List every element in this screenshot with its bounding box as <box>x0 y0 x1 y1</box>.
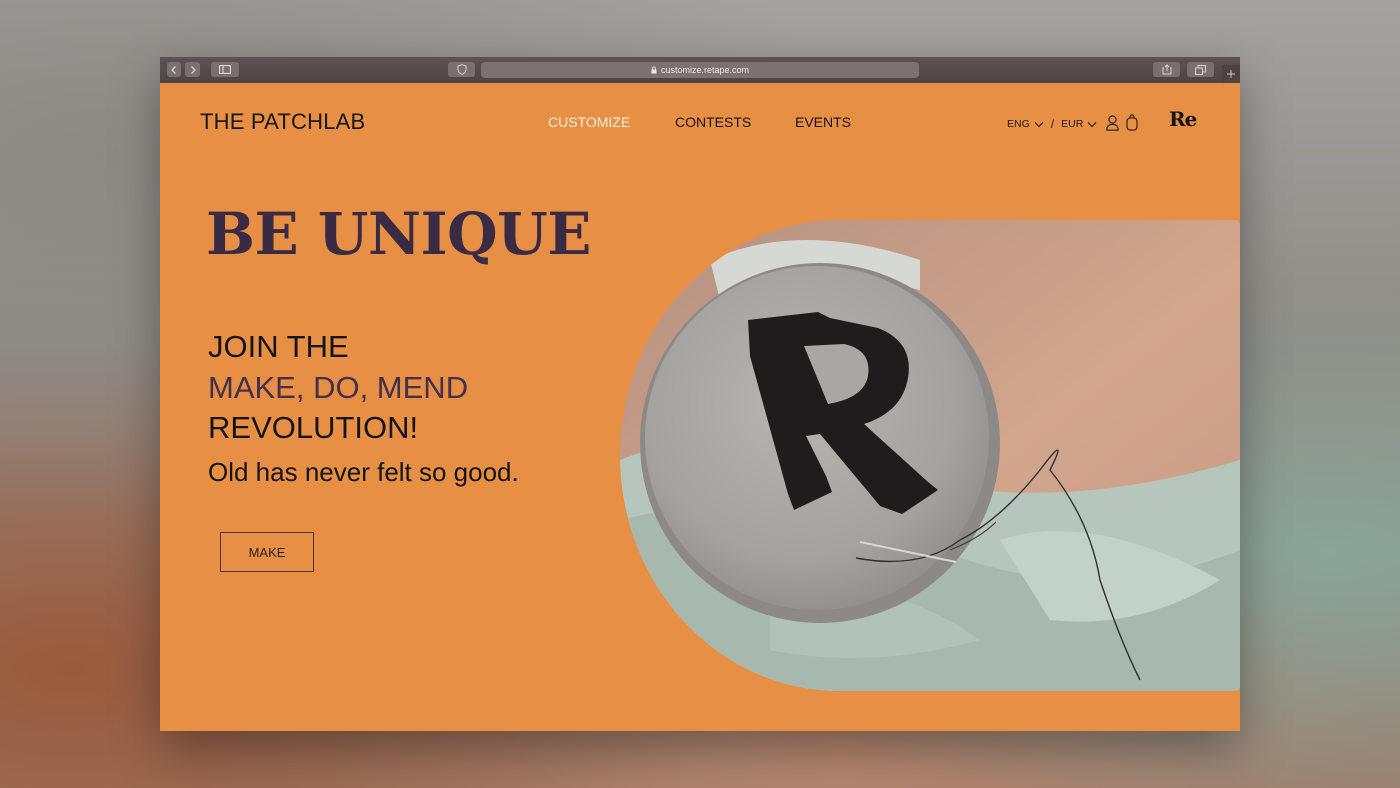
share-button[interactable] <box>1153 62 1180 77</box>
forward-icon <box>190 65 196 74</box>
hero-tagline: Old has never felt so good. <box>208 457 519 487</box>
user-icon <box>1106 114 1120 131</box>
language-selector[interactable]: ENG <box>1007 118 1044 130</box>
nav-events[interactable]: EVENTS <box>795 114 851 130</box>
cart-button[interactable] <box>1126 114 1138 134</box>
tabs-icon <box>1195 64 1206 75</box>
language-label: ENG <box>1007 118 1030 130</box>
shield-icon <box>457 64 466 75</box>
nav-contests[interactable]: CONTESTS <box>675 114 751 130</box>
address-bar[interactable]: customize.retape.com <box>481 62 919 78</box>
url-text: customize.retape.com <box>660 65 750 75</box>
new-tab-button[interactable] <box>1222 65 1240 83</box>
chevron-down-icon <box>1087 121 1097 127</box>
back-button[interactable] <box>167 62 181 77</box>
make-button[interactable]: MAKE <box>220 532 314 572</box>
header-utilities: ENG / EUR <box>1007 114 1138 134</box>
landing-page: THE PATCHLAB CUSTOMIZE CONTESTS EVENTS E… <box>160 83 1240 731</box>
privacy-button[interactable] <box>448 62 475 77</box>
browser-toolbar: customize.retape.com <box>160 57 1240 84</box>
sidebar-button[interactable] <box>211 62 239 77</box>
hero-line-2: MAKE, DO, MEND <box>208 370 469 405</box>
back-icon <box>171 65 176 74</box>
tabs-button[interactable] <box>1187 62 1214 77</box>
hero-image <box>620 220 1240 691</box>
new-tab-icon <box>1227 70 1235 78</box>
currency-label: EUR <box>1061 118 1084 130</box>
share-icon <box>1162 64 1171 75</box>
brand-logo[interactable]: THE PATCHLAB <box>200 109 365 135</box>
browser-window: customize.retape.com THE PATCHLAB CUSTOM… <box>160 57 1240 731</box>
forward-button[interactable] <box>185 62 200 77</box>
hero-line-1: JOIN THE <box>208 329 349 364</box>
sidebar-icon <box>219 65 231 74</box>
hero-line-3: REVOLUTION! <box>208 410 419 445</box>
bag-icon <box>1126 114 1138 131</box>
nav-customize[interactable]: CUSTOMIZE <box>548 114 630 130</box>
retape-logo[interactable]: Re <box>1169 107 1197 131</box>
currency-selector[interactable]: EUR <box>1061 118 1097 130</box>
account-button[interactable] <box>1106 114 1120 134</box>
hero-title: BE UNIQUE <box>206 200 591 268</box>
separator: / <box>1050 117 1055 131</box>
lock-icon <box>651 66 657 74</box>
chevron-down-icon <box>1034 121 1044 127</box>
